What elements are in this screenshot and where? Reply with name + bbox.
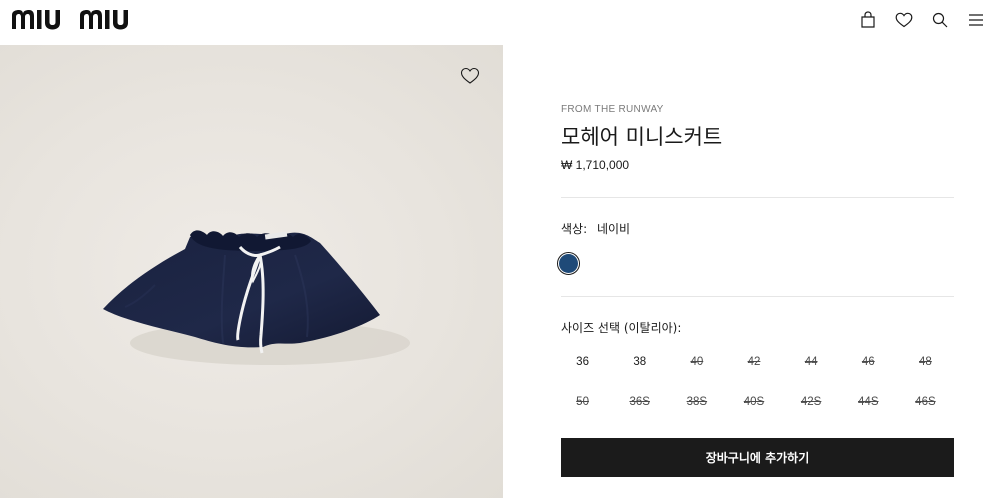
size-option[interactable]: 42S	[783, 388, 840, 416]
size-option[interactable]: 36	[554, 348, 611, 376]
miu-miu-logo[interactable]	[10, 7, 144, 35]
size-row: 36 38 40 42 44 46 48	[554, 348, 954, 388]
color-label: 색상:	[561, 222, 588, 236]
search-icon[interactable]	[922, 10, 958, 30]
product-image-pane	[0, 45, 503, 498]
size-option[interactable]: 38	[611, 348, 668, 376]
menu-icon[interactable]	[958, 10, 994, 30]
size-row: 50 36S 38S 40S 42S 44S 46S	[554, 388, 954, 428]
divider	[561, 197, 954, 198]
collection-eyebrow: FROM THE RUNWAY	[561, 104, 664, 115]
size-option[interactable]: 50	[554, 388, 611, 416]
add-to-cart-button[interactable]: 장바구니에 추가하기	[561, 438, 954, 477]
product-image	[95, 225, 415, 379]
size-option[interactable]: 38S	[668, 388, 725, 416]
size-option[interactable]: 44	[783, 348, 840, 376]
divider	[561, 296, 954, 297]
size-option[interactable]: 36S	[611, 388, 668, 416]
swatch-fill	[559, 254, 578, 273]
size-option[interactable]: 46	[840, 348, 897, 376]
size-option[interactable]: 40S	[725, 388, 782, 416]
product-price: ₩ 1,710,000	[561, 158, 630, 172]
color-value: 네이비	[596, 222, 631, 236]
size-option[interactable]: 44S	[840, 388, 897, 416]
wishlist-heart-icon[interactable]	[460, 67, 482, 89]
bag-icon[interactable]	[850, 10, 886, 30]
size-option[interactable]: 48	[897, 348, 954, 376]
color-swatch-navy[interactable]	[557, 252, 580, 275]
size-label: 사이즈 선택 (이탈리아):	[561, 321, 682, 335]
product-title: 모헤어 미니스커트	[561, 125, 723, 149]
site-header	[0, 0, 1000, 45]
size-option[interactable]: 42	[725, 348, 782, 376]
color-row: 색상: 네이비	[561, 220, 630, 237]
heart-icon[interactable]	[886, 10, 922, 30]
size-option[interactable]: 40	[668, 348, 725, 376]
size-option[interactable]: 46S	[897, 388, 954, 416]
size-grid: 36 38 40 42 44 46 48 50 36S 38S 40S 42S …	[554, 348, 954, 428]
